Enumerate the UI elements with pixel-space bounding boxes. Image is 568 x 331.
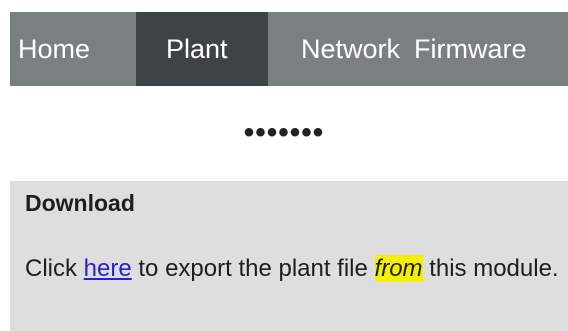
nav-item-network[interactable]: Network (268, 12, 400, 86)
download-text-middle: to export the plant file (131, 255, 375, 282)
export-here-link[interactable]: here (84, 255, 132, 282)
nav-item-firmware-label: Firmware (414, 33, 527, 64)
download-text-after: this module. (422, 255, 559, 282)
nav-item-home-label: Home (18, 33, 91, 64)
download-text-before-link: Click (25, 255, 84, 282)
nav-item-firmware[interactable]: Firmware (400, 12, 527, 86)
nav-item-network-label: Network (301, 33, 401, 64)
top-navigation: Home Plant Network Firmware (10, 12, 568, 86)
download-panel: Download Click here to export the plant … (10, 181, 568, 331)
content-separator: ••••••• (243, 116, 325, 149)
nav-item-plant[interactable]: Plant (136, 12, 268, 86)
download-description: Click here to export the plant file from… (25, 253, 565, 285)
download-title: Download (25, 190, 135, 216)
page: Home Plant Network Firmware ••••••• Down… (0, 0, 568, 331)
highlighted-word: from (374, 255, 423, 282)
nav-item-plant-label: Plant (166, 33, 228, 64)
nav-item-home[interactable]: Home (10, 12, 136, 86)
